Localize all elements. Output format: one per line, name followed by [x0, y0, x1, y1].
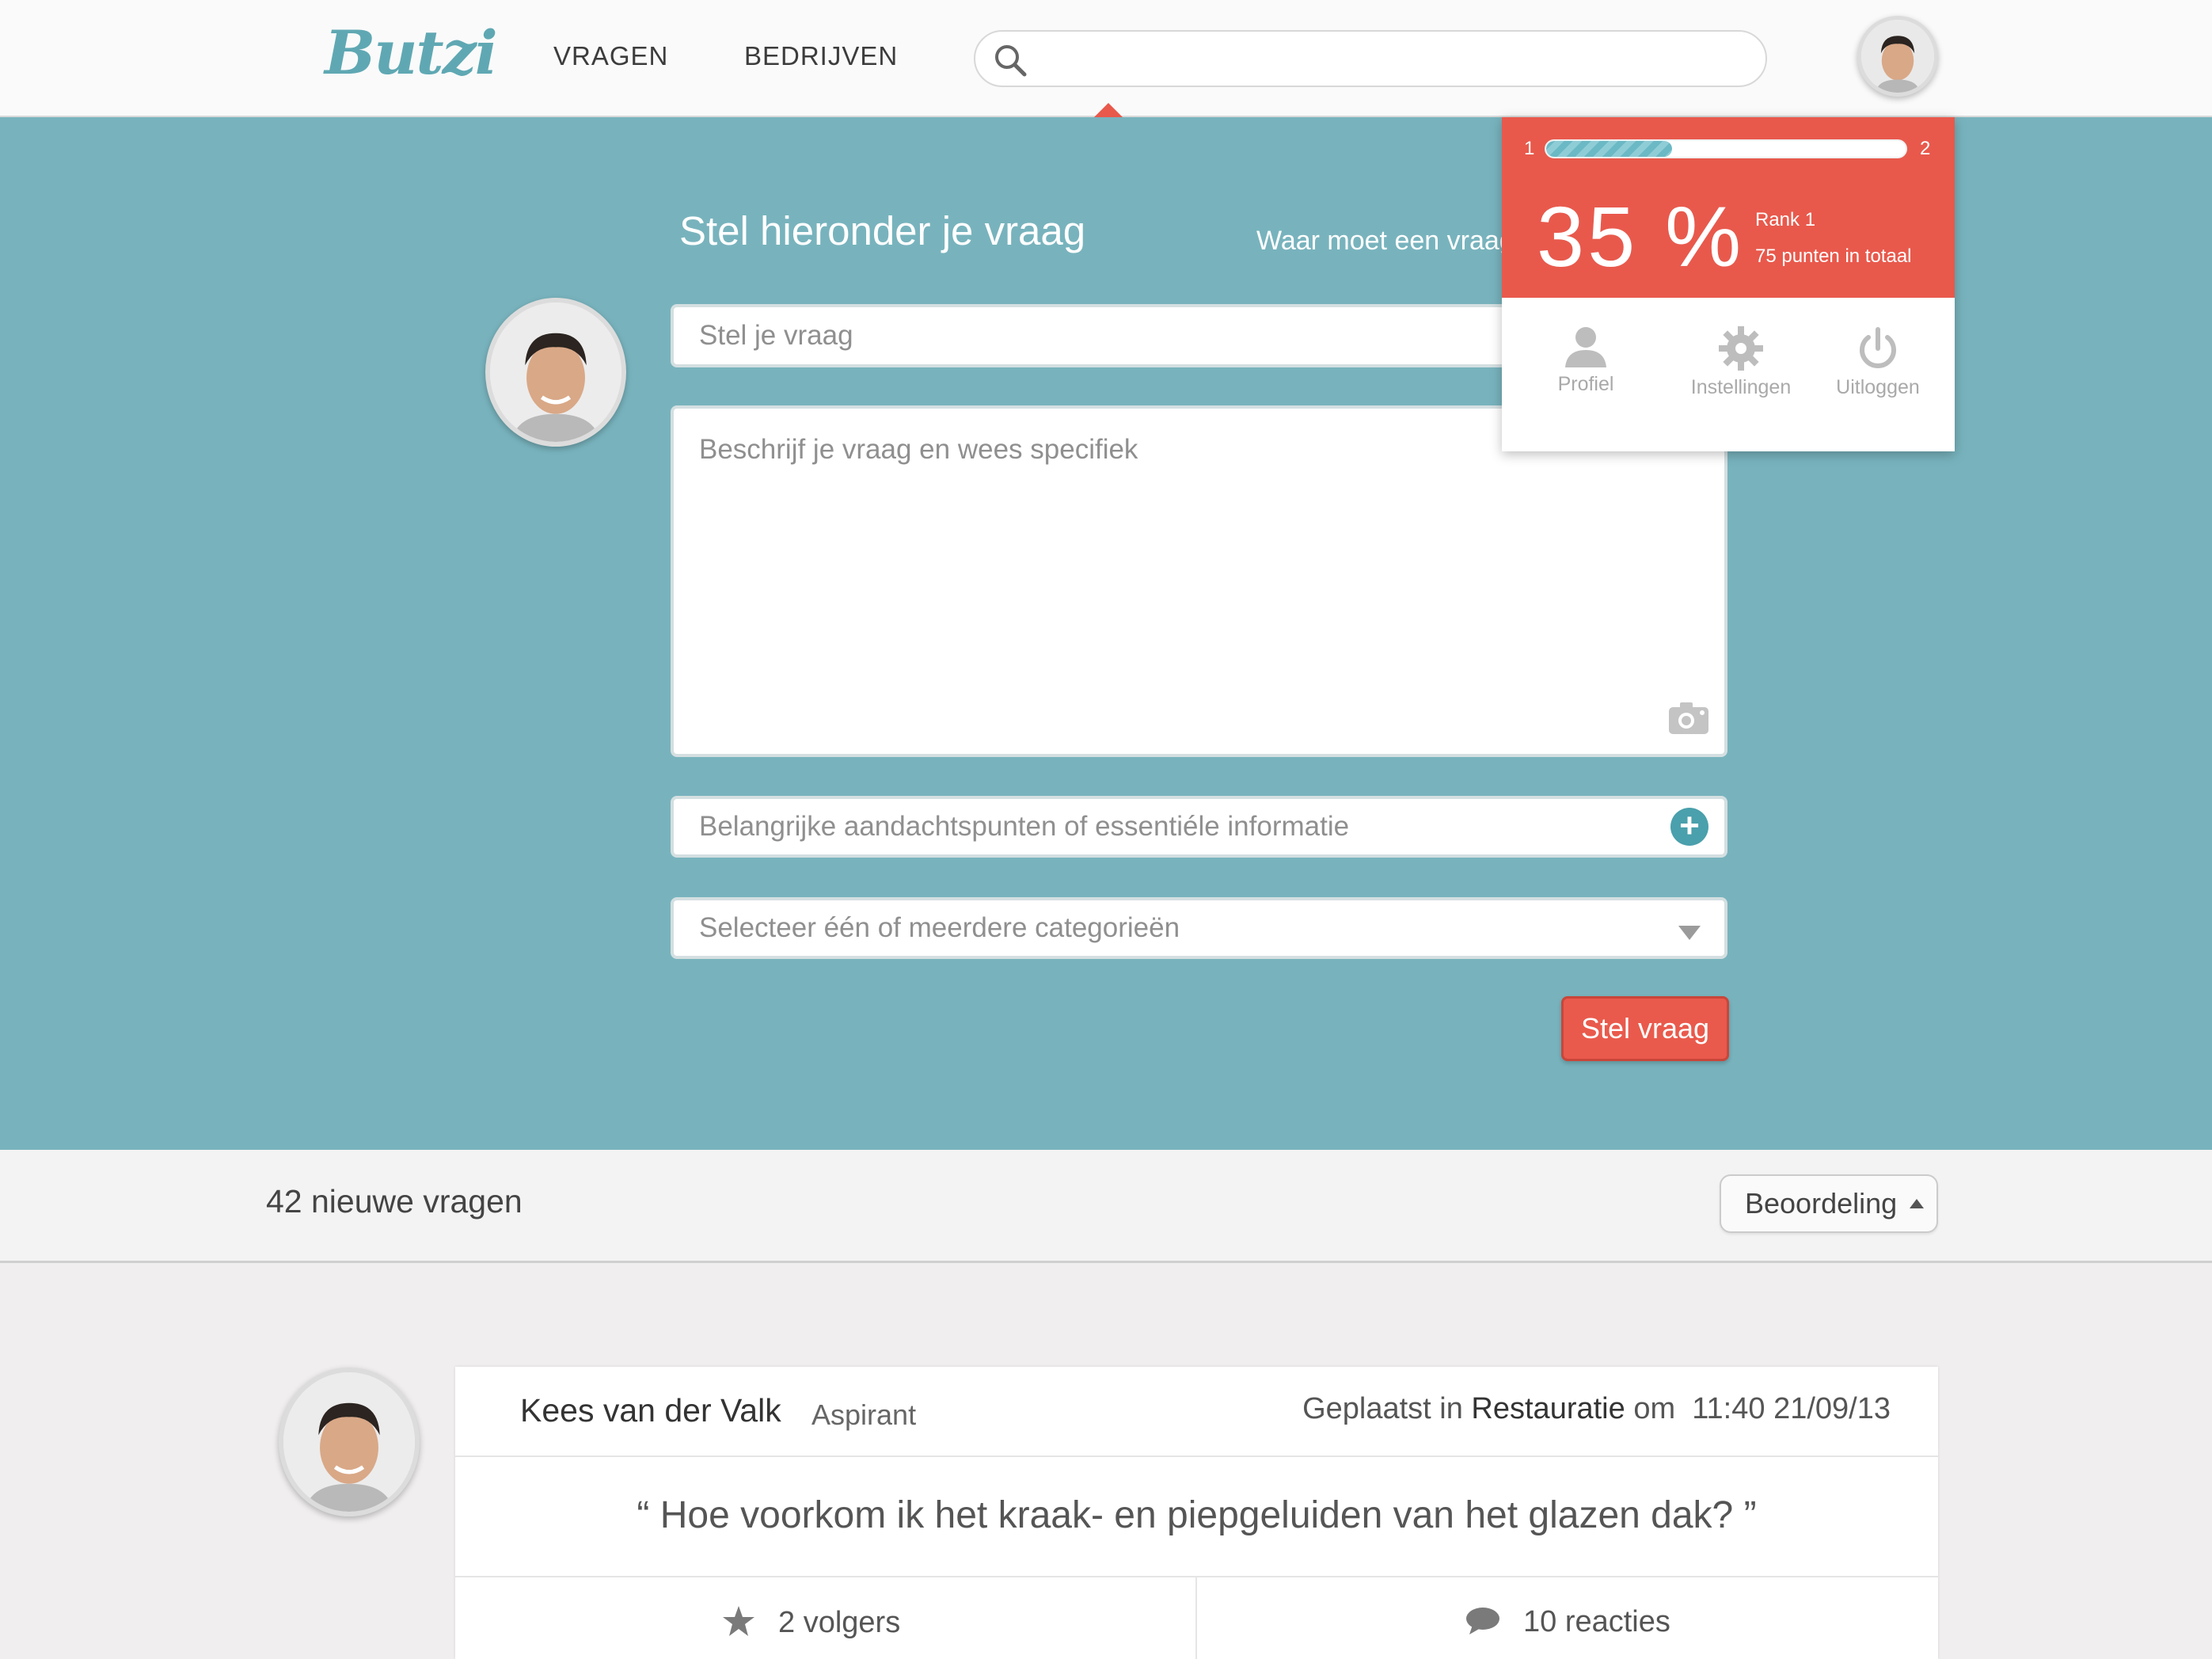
level-from: 1 — [1524, 138, 1535, 159]
nav-bedrijven[interactable]: BEDRIJVEN — [744, 41, 898, 71]
menu-item-instellingen[interactable]: Instellingen — [1678, 325, 1804, 399]
menu-item-label: Uitloggen — [1836, 376, 1920, 398]
new-questions-count: 42 nieuwe vragen — [266, 1183, 523, 1220]
user-avatar-button[interactable] — [1857, 16, 1938, 97]
question-card[interactable]: Kees van der Valk Aspirant Geplaatst in … — [455, 1367, 1938, 1659]
ask-title: Stel hieronder je vraag — [679, 208, 1086, 253]
stats-divider — [1195, 1577, 1197, 1659]
level-progress-bar — [1545, 139, 1907, 158]
nav-vragen[interactable]: VRAGEN — [553, 41, 668, 71]
reactions-count: 10 reacties — [1523, 1605, 1670, 1638]
menu-item-profiel[interactable]: Profiel — [1546, 325, 1625, 396]
submit-question-button[interactable]: Stel vraag — [1561, 996, 1729, 1061]
search-icon — [991, 41, 1029, 83]
category-link[interactable]: Restauratie — [1471, 1392, 1625, 1425]
category-select[interactable]: Selecteer één of meerdere categorieën — [671, 897, 1727, 959]
description-placeholder: Beschrijf je vraag en wees specifiek — [699, 434, 1138, 465]
author-avatar[interactable] — [279, 1368, 420, 1516]
power-icon — [1819, 325, 1937, 376]
question-placeholder: Stel je vraag — [699, 320, 853, 351]
followers-count: 2 volgers — [778, 1606, 901, 1639]
card-divider — [455, 1455, 1938, 1457]
menu-item-label: Profiel — [1557, 373, 1614, 395]
sort-dropdown[interactable]: Beoordeling — [1720, 1174, 1938, 1233]
camera-icon[interactable] — [1667, 701, 1710, 743]
reactions-button[interactable]: 10 reacties — [1465, 1604, 1670, 1640]
question-text[interactable]: “ Hoe voorkom ik het kraak- en piepgelui… — [455, 1493, 1938, 1537]
progress-panel: 1 2 35 % Rank 1 75 punten in totaal — [1502, 117, 1955, 298]
key-points-placeholder: Belangrijke aandachtspunten of essentiél… — [699, 811, 1350, 842]
add-point-icon[interactable]: + — [1670, 808, 1708, 846]
posted-at: om — [1633, 1392, 1676, 1425]
menu-item-uitloggen[interactable]: Uitloggen — [1819, 325, 1937, 399]
description-textarea[interactable]: Beschrijf je vraag en wees specifiek — [671, 405, 1727, 757]
posted-date: 21/09/13 — [1773, 1392, 1891, 1425]
asker-avatar — [485, 298, 626, 447]
dropdown-pointer — [1094, 103, 1123, 117]
posted-info: Geplaatst in Restauratie om 11:40 21/09/… — [1302, 1392, 1891, 1426]
caret-up-icon — [1910, 1199, 1925, 1208]
help-link[interactable]: Waar moet een vraag — [1256, 226, 1515, 257]
level-progress-fill — [1546, 141, 1672, 157]
gear-icon — [1678, 325, 1804, 376]
comment-icon — [1465, 1604, 1501, 1640]
level-to: 2 — [1920, 138, 1931, 159]
star-icon — [721, 1604, 756, 1642]
category-placeholder: Selecteer één of meerdere categorieën — [699, 912, 1180, 943]
follow-button[interactable]: 2 volgers — [721, 1604, 900, 1642]
user-icon — [1546, 325, 1625, 373]
rank-label: Rank 1 — [1755, 209, 1816, 230]
avatar-face-icon — [1861, 20, 1934, 93]
chevron-down-icon — [1678, 926, 1701, 940]
search-input[interactable] — [974, 30, 1767, 87]
menu-item-label: Instellingen — [1690, 376, 1792, 398]
posted-prefix: Geplaatst in — [1302, 1392, 1463, 1425]
user-menu-dropdown: 1 2 35 % Rank 1 75 punten in totaal Prof… — [1502, 117, 1955, 451]
butzi-logo[interactable]: Butzi — [325, 17, 498, 88]
posted-time: 11:40 — [1692, 1392, 1765, 1425]
points-label: 75 punten in totaal — [1755, 245, 1912, 267]
progress-percent: 35 % — [1537, 188, 1745, 284]
author-role: Aspirant — [811, 1398, 917, 1431]
author-name[interactable]: Kees van der Valk — [520, 1392, 781, 1429]
sort-label: Beoordeling — [1745, 1187, 1898, 1220]
key-points-input[interactable]: Belangrijke aandachtspunten of essentiél… — [671, 796, 1727, 858]
